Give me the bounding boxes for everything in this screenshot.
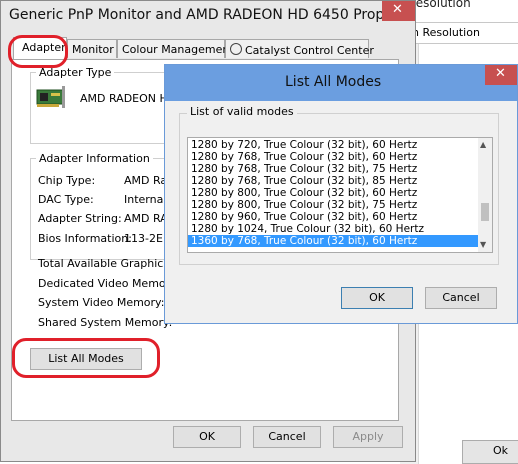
- dialog-title: List All Modes: [285, 74, 382, 90]
- system-video-memory-label: System Video Memory:: [38, 296, 165, 309]
- list-item[interactable]: 1280 by 768, True Colour (32 bit), 85 He…: [188, 175, 479, 187]
- tab-label: Monitor: [72, 43, 114, 56]
- scroll-down-icon[interactable]: ▼: [480, 240, 486, 249]
- annotation-oval-list-all-modes: [12, 338, 160, 378]
- adapter-name: AMD RADEON HD: [80, 92, 177, 105]
- list-all-modes-dialog: List All Modes ✕ List of valid modes 128…: [164, 64, 518, 324]
- modes-listbox[interactable]: 1280 by 720, True Colour (32 bit), 60 He…: [187, 137, 493, 253]
- dedicated-video-memory-label: Dedicated Video Memory:: [38, 277, 180, 290]
- ok-button[interactable]: OK: [173, 426, 241, 448]
- shared-system-memory-label: Shared System Memory:: [38, 316, 173, 329]
- ok-button[interactable]: OK: [341, 287, 413, 309]
- close-button[interactable]: ✕: [382, 1, 415, 21]
- ok-button[interactable]: Ok: [462, 440, 518, 464]
- bios-info-label: Bios Information:: [38, 232, 132, 245]
- listbox-scrollbar[interactable]: ▲ ▼: [478, 138, 492, 252]
- tab-colour-management[interactable]: Colour Management: [117, 39, 234, 58]
- resolution-field[interactable]: n Resolution: [408, 22, 518, 44]
- chip-type-label: Chip Type:: [38, 174, 96, 187]
- tab-label: Catalyst Control Center: [245, 44, 374, 57]
- cancel-button[interactable]: Cancel: [425, 287, 497, 309]
- list-item[interactable]: 1280 by 1024, True Colour (32 bit), 60 H…: [188, 223, 479, 235]
- list-item[interactable]: 1280 by 768, True Colour (32 bit), 60 He…: [188, 151, 479, 163]
- list-item[interactable]: 1280 by 800, True Colour (32 bit), 60 He…: [188, 187, 479, 199]
- list-item[interactable]: 1280 by 800, True Colour (32 bit), 75 He…: [188, 199, 479, 211]
- adapter-string-value: AMD RA: [124, 212, 168, 225]
- scroll-up-icon[interactable]: ▲: [480, 140, 486, 149]
- annotation-oval-adapter-tab: [8, 35, 68, 68]
- tab-catalyst-control-center[interactable]: Catalyst Control Center: [225, 39, 374, 58]
- tab-monitor[interactable]: Monitor: [67, 39, 117, 58]
- close-icon: ✕: [392, 2, 403, 17]
- adapter-info-label: Adapter Information: [36, 152, 153, 165]
- list-item[interactable]: 1280 by 960, True Colour (32 bit), 60 He…: [188, 211, 479, 223]
- list-item[interactable]: 1280 by 768, True Colour (32 bit), 75 He…: [188, 163, 479, 175]
- window-title: Generic PnP Monitor and AMD RADEON HD 64…: [9, 7, 398, 23]
- scrollbar-thumb[interactable]: [481, 203, 489, 221]
- catalyst-icon: [230, 43, 242, 55]
- valid-modes-label: List of valid modes: [187, 105, 297, 118]
- chip-type-value: AMD Ra: [124, 174, 168, 187]
- dac-type-label: DAC Type:: [38, 193, 94, 206]
- apply-button[interactable]: Apply: [333, 426, 403, 448]
- resolution-label: n Resolution: [412, 26, 480, 39]
- tab-label: Colour Management: [122, 43, 234, 56]
- window-title: Resolution: [408, 0, 471, 10]
- dac-type-value: Internal: [124, 193, 167, 206]
- cancel-button[interactable]: Cancel: [253, 426, 321, 448]
- list-item-selected[interactable]: 1360 by 768, True Colour (32 bit), 60 He…: [188, 235, 479, 247]
- graphics-card-icon: [36, 84, 66, 110]
- list-item[interactable]: 1280 by 720, True Colour (32 bit), 60 He…: [188, 139, 479, 151]
- close-button[interactable]: ✕: [485, 65, 517, 85]
- close-icon: ✕: [495, 66, 506, 81]
- adapter-string-label: Adapter String:: [38, 212, 122, 225]
- ok-label: Ok: [493, 444, 509, 457]
